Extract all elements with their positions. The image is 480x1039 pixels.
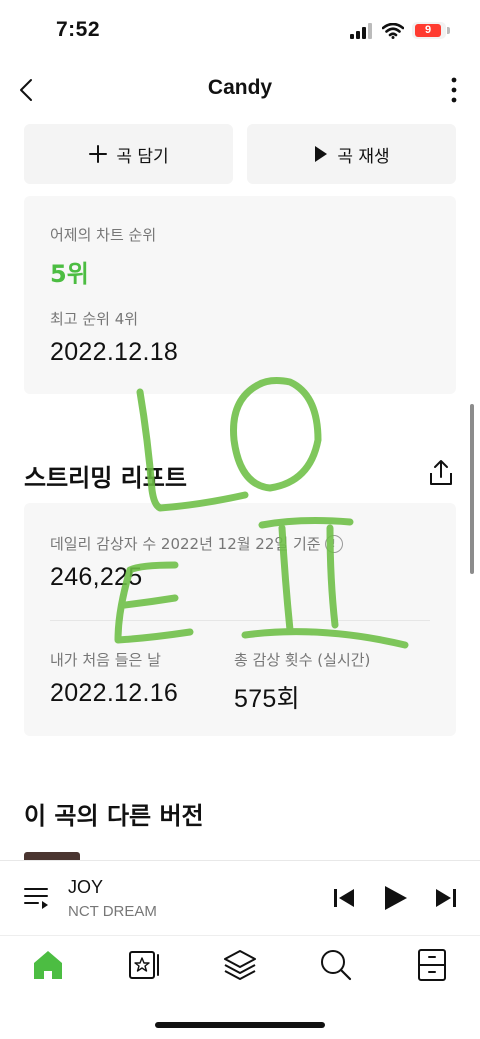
yesterday-rank-value: 5위 (50, 260, 89, 288)
play-song-button[interactable]: 곡 재생 (247, 124, 456, 184)
play-song-label: 곡 재생 (337, 146, 390, 167)
previous-track-icon (334, 889, 354, 907)
daily-listeners-row: 데일리 감상자 수 2022년 12월 22일 기준 ! (50, 533, 343, 554)
battery-tip (447, 27, 450, 34)
playlist-button[interactable] (22, 883, 52, 913)
yesterday-rank-label: 어제의 차트 순위 (50, 226, 157, 244)
total-plays-value: 575회 (234, 685, 300, 713)
best-rank-label: 최고 순위 4위 (50, 310, 139, 328)
status-bar: 7:52 9 (0, 0, 480, 64)
chart-rank-card: 어제의 차트 순위 5위 최고 순위 4위 2022.12.18 (24, 196, 456, 394)
best-rank-date: 2022.12.18 (50, 338, 179, 366)
search-icon (321, 950, 352, 981)
add-to-playlist-label: 곡 담기 (116, 146, 169, 167)
wifi-icon (382, 22, 404, 39)
scrollbar[interactable] (470, 404, 474, 574)
play-icon (385, 886, 407, 910)
mini-player[interactable]: JOY NCT DREAM (0, 860, 480, 936)
more-options-button[interactable] (442, 74, 466, 106)
first-listen-date: 2022.12.16 (50, 679, 179, 707)
total-plays-label: 총 감상 횟수 (실시간) (234, 651, 371, 669)
now-playing-title: JOY (68, 877, 104, 897)
daily-listeners-label: 데일리 감상자 수 2022년 12월 22일 기준 (50, 535, 321, 553)
action-row: 곡 담기 곡 재생 (24, 124, 456, 184)
tab-bar (0, 937, 480, 997)
info-icon[interactable]: ! (324, 534, 343, 553)
play-button[interactable] (378, 881, 412, 915)
status-time: 7:52 (56, 18, 101, 41)
battery-level: 9 (415, 24, 441, 37)
library-icon (129, 951, 159, 979)
cellular-signal-icon (350, 22, 372, 39)
more-vertical-icon (451, 77, 457, 103)
streaming-report-card: 데일리 감상자 수 2022년 12월 22일 기준 ! 246,225 내가 … (24, 503, 456, 736)
share-button[interactable] (426, 458, 456, 488)
streaming-report-title: 스트리밍 리포트 (24, 464, 187, 492)
layers-icon (224, 950, 256, 980)
other-versions-title: 이 곡의 다른 버전 (24, 802, 204, 830)
home-indicator (155, 1022, 325, 1028)
daily-listeners-value: 246,225 (50, 563, 143, 591)
play-icon (315, 146, 328, 162)
tab-drawer[interactable] (414, 947, 450, 983)
plus-icon (89, 145, 108, 163)
playlist-icon (24, 888, 48, 909)
tab-layers[interactable] (222, 947, 258, 983)
first-listen-label: 내가 처음 들은 날 (50, 651, 161, 669)
add-to-playlist-button[interactable]: 곡 담기 (24, 124, 233, 184)
drawer-icon (418, 949, 446, 981)
status-icons: 9 (350, 22, 450, 39)
page-title: Candy (207, 76, 273, 99)
battery-icon: 9 (412, 22, 450, 39)
tab-home[interactable] (30, 947, 66, 983)
nav-bar: Candy (0, 64, 480, 116)
tab-search[interactable] (318, 947, 354, 983)
next-button[interactable] (428, 881, 462, 915)
previous-button[interactable] (328, 881, 362, 915)
tab-library[interactable] (126, 947, 162, 983)
share-icon (430, 460, 452, 485)
now-playing-artist: NCT DREAM (68, 903, 157, 920)
home-icon (34, 951, 62, 979)
next-track-icon (436, 889, 456, 907)
divider (50, 620, 430, 621)
